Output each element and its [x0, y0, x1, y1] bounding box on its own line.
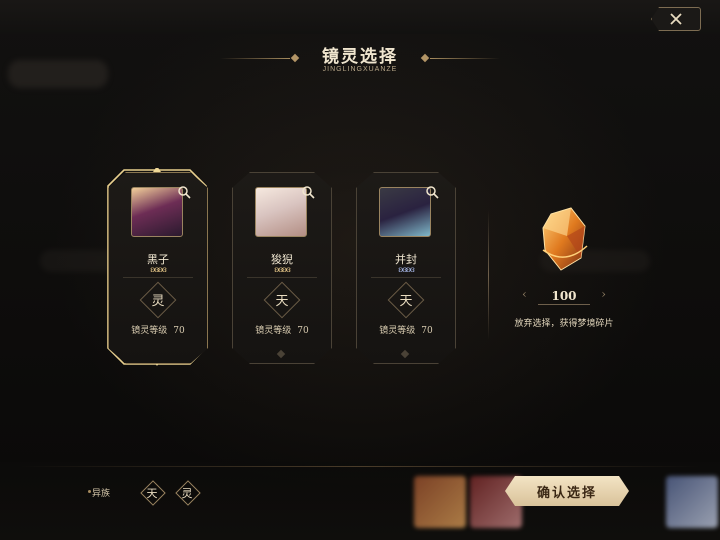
filter-option-tian[interactable]: 天 — [140, 480, 166, 506]
filter-label: 异族 — [92, 489, 111, 499]
spirit-portrait — [131, 187, 183, 237]
magnifier-icon[interactable] — [425, 185, 439, 199]
count-underline — [538, 304, 590, 305]
filter-option-text: 灵 — [181, 487, 193, 500]
close-button[interactable] — [651, 7, 701, 31]
spirit-portrait — [379, 187, 431, 237]
abandon-selection-text: 放弃选择，获得梦境碎片 — [514, 319, 614, 329]
spirit-level: 镜灵等级 70 — [233, 323, 331, 336]
page-title: 镜灵选择 — [322, 47, 398, 67]
blurred-thumbnail — [666, 476, 718, 528]
dream-fragment-crystal-icon — [542, 207, 588, 271]
magnifier-icon[interactable] — [301, 185, 315, 199]
fragment-count-value: 100 — [551, 289, 577, 303]
level-label: 镜灵等级 — [255, 326, 292, 336]
confirm-selection-button[interactable]: 确认选择 — [505, 476, 629, 506]
level-value: 70 — [297, 326, 309, 336]
fragment-count: ‹ 100 › — [522, 287, 606, 305]
level-value: 70 — [421, 326, 433, 336]
card-divider — [247, 277, 317, 278]
spirit-portrait — [255, 187, 307, 237]
card-ornament — [277, 350, 285, 358]
butterfly-icon: ʚɞʚɞ — [274, 265, 290, 274]
title-ornament-line — [430, 58, 500, 59]
magnifier-icon[interactable] — [177, 185, 191, 199]
page-subtitle: JINGLINGXUANZE — [322, 66, 398, 73]
filter-bullet — [88, 490, 91, 493]
level-label: 镜灵等级 — [131, 326, 168, 336]
race-emblem-text: 天 — [275, 294, 289, 309]
spirit-level: 镜灵等级 70 — [357, 323, 455, 336]
spirit-level: 镜灵等级 70 — [109, 323, 207, 336]
race-emblem-text: 天 — [399, 294, 413, 309]
level-label: 镜灵等级 — [379, 326, 416, 336]
butterfly-icon: ʚɞʚɞ — [150, 265, 166, 274]
filter-option-text: 天 — [146, 487, 158, 500]
bottom-divider — [18, 466, 702, 467]
card-divider — [123, 277, 193, 278]
arrow-right-icon: › — [601, 287, 606, 301]
blurred-thumbnail — [414, 476, 466, 528]
card-ornament — [401, 350, 409, 358]
blurred-top-bar — [0, 0, 720, 34]
filter-option-ling[interactable]: 灵 — [175, 480, 201, 506]
spirit-card[interactable]: 并封 ʚɞʚɞ 天 镜灵等级 70 — [356, 172, 456, 364]
spirit-card[interactable]: 狻猊 ʚɞʚɞ 天 镜灵等级 70 — [232, 172, 332, 364]
race-emblem-text: 灵 — [151, 294, 165, 309]
spirit-card[interactable]: 黑子 ʚɞʚɞ 灵 镜灵等级 70 — [108, 172, 208, 364]
panel-divider — [488, 210, 489, 340]
close-icon — [670, 13, 682, 25]
level-value: 70 — [173, 326, 185, 336]
card-divider — [371, 277, 441, 278]
butterfly-icon: ʚɞʚɞ — [398, 265, 414, 274]
